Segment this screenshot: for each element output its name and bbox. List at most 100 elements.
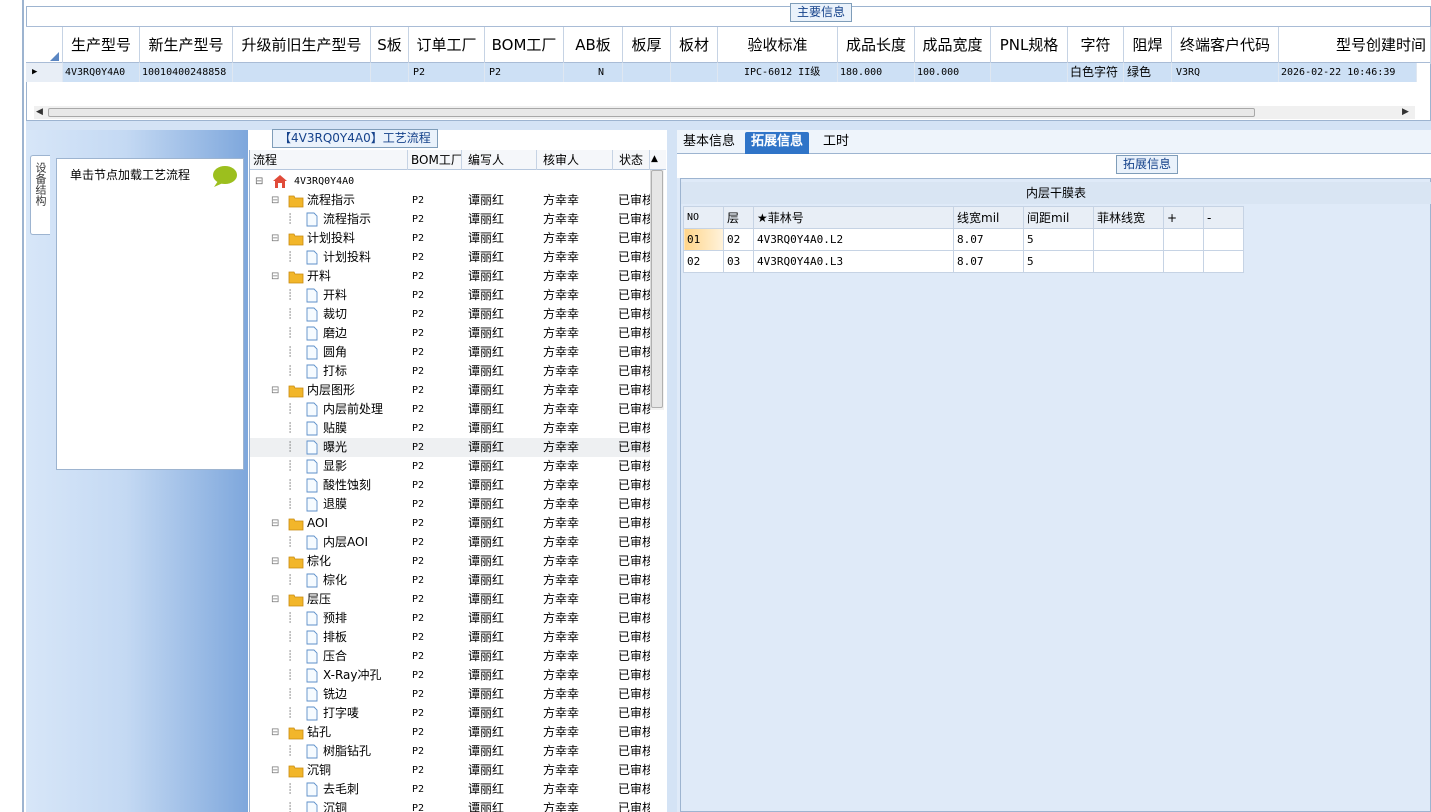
- tree-row[interactable]: ⊟ 棕化 P2 谭丽红 方幸幸 已审核: [250, 552, 650, 571]
- col-mask[interactable]: 阻焊: [1124, 27, 1172, 64]
- cell-material[interactable]: [671, 63, 718, 82]
- collapse-icon[interactable]: ⊟: [271, 267, 279, 286]
- table-cell[interactable]: [1203, 228, 1244, 251]
- tab-ext-info[interactable]: 拓展信息: [745, 132, 810, 154]
- tree-row[interactable]: ┊ 内层AOI P2 谭丽红 方幸幸 已审核: [250, 533, 650, 552]
- col-s-board[interactable]: S板: [371, 27, 409, 64]
- scroll-up-icon[interactable]: ▲: [651, 154, 658, 164]
- table-cell[interactable]: [1163, 228, 1204, 251]
- tree-row[interactable]: ┊ 排板 P2 谭丽红 方幸幸 已审核: [250, 628, 650, 647]
- table-cell[interactable]: 02: [683, 250, 724, 273]
- dry-col-spacing[interactable]: 间距mil: [1023, 206, 1094, 229]
- col-char[interactable]: 字符: [1068, 27, 1124, 64]
- dry-col-film-width[interactable]: 菲林线宽: [1093, 206, 1164, 229]
- dry-col-add-button[interactable]: +: [1163, 206, 1204, 229]
- table-cell[interactable]: 5: [1023, 250, 1094, 273]
- cell-s-board[interactable]: [371, 63, 409, 82]
- col-old-prod-no[interactable]: 升级前旧生产型号: [233, 27, 371, 64]
- dry-col-remove-button[interactable]: -: [1203, 206, 1244, 229]
- scroll-right-icon[interactable]: ▶: [1402, 107, 1409, 117]
- collapse-icon[interactable]: ⊟: [271, 590, 279, 609]
- col-bom-factory[interactable]: BOM工厂: [485, 27, 564, 64]
- row-header-corner[interactable]: [26, 27, 63, 64]
- tree-row[interactable]: ┊ 退膜 P2 谭丽红 方幸幸 已审核: [250, 495, 650, 514]
- tree-row[interactable]: ┊ 内层前处理 P2 谭丽红 方幸幸 已审核: [250, 400, 650, 419]
- col-created[interactable]: 型号创建时间: [1279, 27, 1431, 64]
- cell-order-factory[interactable]: P2: [409, 63, 485, 82]
- cell-thickness[interactable]: [623, 63, 671, 82]
- table-cell[interactable]: 5: [1023, 228, 1094, 251]
- tree-row[interactable]: ┊ 圆角 P2 谭丽红 方幸幸 已审核: [250, 343, 650, 362]
- collapse-icon[interactable]: ⊟: [271, 761, 279, 780]
- cell-created[interactable]: 2026-02-22 10:46:39: [1279, 63, 1417, 82]
- dry-col-film-no[interactable]: ★菲林号: [753, 206, 954, 229]
- cell-old-prod-no[interactable]: [233, 63, 371, 82]
- dry-col-line-width[interactable]: 线宽mil: [953, 206, 1024, 229]
- main-grid-hscroll-thumb[interactable]: [48, 108, 1255, 117]
- tree-row[interactable]: ┊ 磨边 P2 谭丽红 方幸幸 已审核: [250, 324, 650, 343]
- tree-row[interactable]: ┊ 压合 P2 谭丽红 方幸幸 已审核: [250, 647, 650, 666]
- col-width[interactable]: 成品宽度: [915, 27, 991, 64]
- cell-standard[interactable]: IPC-6012 II级: [718, 63, 838, 82]
- tree-row[interactable]: ⊟ 沉铜 P2 谭丽红 方幸幸 已审核: [250, 761, 650, 780]
- tree-row[interactable]: ┊ 流程指示 P2 谭丽红 方幸幸 已审核: [250, 210, 650, 229]
- cell-char[interactable]: 白色字符: [1068, 63, 1124, 82]
- tree-row[interactable]: ┊ 显影 P2 谭丽红 方幸幸 已审核: [250, 457, 650, 476]
- tree-row[interactable]: ⊟ 流程指示 P2 谭丽红 方幸幸 已审核: [250, 191, 650, 210]
- row-selector-icon[interactable]: ▶: [26, 63, 63, 82]
- tree-root-row[interactable]: ⊟ 4V3RQ0Y4A0: [250, 172, 650, 191]
- tree-row[interactable]: ┊ 棕化 P2 谭丽红 方幸幸 已审核: [250, 571, 650, 590]
- tree-vscroll-thumb[interactable]: [651, 170, 663, 408]
- tree-row[interactable]: ⊟ 开料 P2 谭丽红 方幸幸 已审核: [250, 267, 650, 286]
- tab-work-hours[interactable]: 工时: [817, 132, 855, 154]
- table-cell[interactable]: 4V3RQ0Y4A0.L2: [753, 228, 954, 251]
- cell-length[interactable]: 180.000: [838, 63, 915, 82]
- col-customer[interactable]: 终端客户代码: [1172, 27, 1279, 64]
- tree-col-flow[interactable]: 流程: [250, 150, 408, 170]
- tree-row[interactable]: ⊟ 层压 P2 谭丽红 方幸幸 已审核: [250, 590, 650, 609]
- table-cell[interactable]: 8.07: [953, 228, 1024, 251]
- tree-row[interactable]: ┊ 打字唛 P2 谭丽红 方幸幸 已审核: [250, 704, 650, 723]
- cell-mask[interactable]: 绿色: [1124, 63, 1172, 82]
- tree-row[interactable]: ┊ 铣边 P2 谭丽红 方幸幸 已审核: [250, 685, 650, 704]
- col-material[interactable]: 板材: [671, 27, 718, 64]
- table-row[interactable]: 01 02 4V3RQ0Y4A0.L2 8.07 5: [683, 228, 1244, 251]
- horizontal-splitter[interactable]: [26, 121, 1431, 130]
- cell-bom-factory[interactable]: P2: [485, 63, 564, 82]
- tree-row[interactable]: ┊ 开料 P2 谭丽红 方幸幸 已审核: [250, 286, 650, 305]
- scroll-left-icon[interactable]: ◀: [36, 107, 43, 117]
- tree-row[interactable]: ┊ 树脂钻孔 P2 谭丽红 方幸幸 已审核: [250, 742, 650, 761]
- cell-ab-board[interactable]: N: [564, 63, 623, 82]
- table-cell[interactable]: 4V3RQ0Y4A0.L3: [753, 250, 954, 273]
- tree-row[interactable]: ┊ 计划投料 P2 谭丽红 方幸幸 已审核: [250, 248, 650, 267]
- tree-row[interactable]: ┊ X-Ray冲孔 P2 谭丽红 方幸幸 已审核: [250, 666, 650, 685]
- tree-row[interactable]: ┊ 去毛刺 P2 谭丽红 方幸幸 已审核: [250, 780, 650, 799]
- table-cell[interactable]: [1203, 250, 1244, 273]
- main-grid-row[interactable]: ▶ 4V3RQ0Y4A0 10010400248858 P2 P2 N IPC-…: [26, 63, 1417, 82]
- collapse-icon[interactable]: ⊟: [271, 229, 279, 248]
- cell-customer[interactable]: V3RQ: [1172, 63, 1279, 82]
- tree-row[interactable]: ┊ 酸性蚀刻 P2 谭丽红 方幸幸 已审核: [250, 476, 650, 495]
- dry-col-layer[interactable]: 层: [723, 206, 754, 229]
- table-cell[interactable]: [1093, 250, 1164, 273]
- col-standard[interactable]: 验收标准: [718, 27, 838, 64]
- table-cell[interactable]: 03: [723, 250, 754, 273]
- tree-row[interactable]: ┊ 贴膜 P2 谭丽红 方幸幸 已审核: [250, 419, 650, 438]
- tree-row[interactable]: ⊟ 计划投料 P2 谭丽红 方幸幸 已审核: [250, 229, 650, 248]
- tree-col-writer[interactable]: 编写人: [462, 150, 537, 170]
- table-cell[interactable]: 01: [683, 228, 724, 251]
- cell-prod-no[interactable]: 4V3RQ0Y4A0: [63, 63, 140, 82]
- col-new-prod-no[interactable]: 新生产型号: [140, 27, 233, 64]
- col-pnl[interactable]: PNL规格: [991, 27, 1068, 64]
- tree-col-bom[interactable]: BOM工厂: [408, 150, 462, 170]
- col-length[interactable]: 成品长度: [838, 27, 915, 64]
- collapse-icon[interactable]: ⊟: [271, 381, 279, 400]
- collapse-icon[interactable]: ⊟: [271, 723, 279, 742]
- collapse-icon[interactable]: ⊟: [255, 172, 263, 191]
- tree-row[interactable]: ┊ 沉铜 P2 谭丽红 方幸幸 已审核: [250, 799, 650, 812]
- tree-row[interactable]: ┊ 打标 P2 谭丽红 方幸幸 已审核: [250, 362, 650, 381]
- table-cell[interactable]: [1163, 250, 1204, 273]
- cell-pnl[interactable]: [991, 63, 1068, 82]
- collapse-icon[interactable]: ⊟: [271, 514, 279, 533]
- tree-col-reviewer[interactable]: 核审人: [537, 150, 613, 170]
